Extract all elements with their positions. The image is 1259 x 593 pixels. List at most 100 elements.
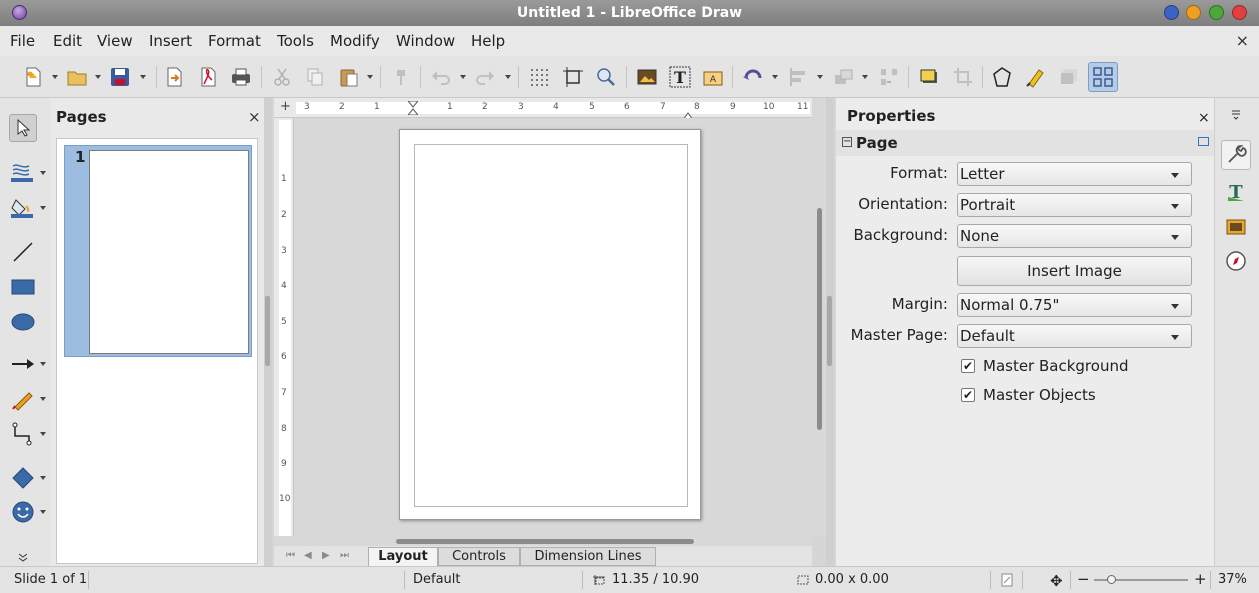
fill-color-dropdown-arrow[interactable] xyxy=(40,206,46,210)
next-tab-icon[interactable]: ▶ xyxy=(322,551,332,561)
points-icon[interactable] xyxy=(990,65,1014,89)
grid-icon[interactable] xyxy=(527,65,551,89)
tab-controls[interactable]: Controls xyxy=(438,547,520,566)
minimize-icon[interactable] xyxy=(1164,5,1179,20)
vertical-scrollbar-thumb[interactable] xyxy=(817,208,822,430)
properties-icon[interactable] xyxy=(1221,140,1251,170)
menu-insert[interactable]: Insert xyxy=(149,32,192,50)
navigator-icon[interactable] xyxy=(1221,246,1251,276)
menu-file[interactable]: File xyxy=(10,32,35,50)
insert-image-button[interactable]: Insert Image xyxy=(957,256,1192,286)
drawing-page[interactable] xyxy=(399,129,701,520)
previous-tab-icon[interactable]: ◀ xyxy=(304,551,314,561)
horizontal-ruler[interactable]: + 3 2 1 1 2 3 4 5 6 7 8 9 10 11 xyxy=(274,98,812,121)
paste-dropdown-arrow[interactable] xyxy=(367,75,373,79)
left-indent-marker[interactable] xyxy=(406,100,420,116)
drawing-canvas[interactable] xyxy=(294,118,812,536)
zoom-slider[interactable] xyxy=(1094,575,1188,584)
shadow-icon[interactable] xyxy=(917,65,941,89)
copy-icon[interactable] xyxy=(303,65,327,89)
horizontal-scrollbar[interactable] xyxy=(274,536,812,546)
curves-polygons-icon[interactable] xyxy=(9,385,37,413)
paste-icon[interactable] xyxy=(337,65,361,89)
new-document-icon[interactable] xyxy=(21,65,45,89)
fit-page-icon[interactable]: ✥ xyxy=(1050,572,1063,590)
menu-window[interactable]: Window xyxy=(396,32,455,50)
open-dropdown-arrow[interactable] xyxy=(95,75,101,79)
glue-points-icon[interactable] xyxy=(1024,65,1048,89)
save-icon[interactable] xyxy=(108,65,132,89)
line-color-dropdown-arrow[interactable] xyxy=(40,171,46,175)
arrange-icon[interactable] xyxy=(832,65,856,89)
menu-format[interactable]: Format xyxy=(208,32,261,50)
last-tab-icon[interactable]: ⏭ xyxy=(340,551,350,561)
page-thumbnail[interactable]: 1 xyxy=(64,145,252,357)
zoom-slider-knob[interactable] xyxy=(1107,575,1116,584)
more-options-icon[interactable] xyxy=(1198,137,1209,146)
toggle-sidebar-icon[interactable] xyxy=(1088,62,1118,92)
curves-polygons-dropdown-arrow[interactable] xyxy=(40,397,46,401)
lines-arrows-icon[interactable] xyxy=(9,350,37,378)
sidebar-close-button[interactable]: × xyxy=(1198,110,1210,126)
horizontal-scrollbar-thumb[interactable] xyxy=(396,539,694,544)
ellipse-icon[interactable] xyxy=(9,308,37,336)
background-dropdown[interactable]: None xyxy=(957,224,1192,248)
menu-view[interactable]: View xyxy=(97,32,133,50)
vertical-scrollbar[interactable] xyxy=(812,98,826,536)
symbol-shapes-icon[interactable] xyxy=(9,498,37,526)
splitter-handle[interactable] xyxy=(265,296,270,366)
print-icon[interactable] xyxy=(229,65,253,89)
pages-panel-close-button[interactable]: × xyxy=(248,108,261,126)
undo-icon[interactable] xyxy=(429,65,453,89)
insert-image-icon[interactable] xyxy=(635,65,659,89)
pages-panel-splitter[interactable] xyxy=(264,98,272,566)
menu-help[interactable]: Help xyxy=(471,32,505,50)
right-indent-marker[interactable] xyxy=(682,108,694,121)
select-icon[interactable] xyxy=(9,114,37,142)
connectors-dropdown-arrow[interactable] xyxy=(40,432,46,436)
extrusion-icon[interactable] xyxy=(1057,65,1081,89)
align-dropdown-arrow[interactable] xyxy=(817,75,823,79)
checkmark-icon[interactable]: ✔ xyxy=(961,388,975,402)
close-icon[interactable] xyxy=(1232,5,1247,20)
open-icon[interactable] xyxy=(65,65,89,89)
distribute-icon[interactable] xyxy=(877,65,901,89)
insert-textbox-icon[interactable]: T xyxy=(668,65,692,89)
collapse-section-icon[interactable]: − xyxy=(842,137,852,147)
arrange-dropdown-arrow[interactable] xyxy=(862,75,868,79)
crop-icon[interactable] xyxy=(951,65,975,89)
save-dropdown-arrow[interactable] xyxy=(140,75,146,79)
zoom-in-icon[interactable]: + xyxy=(1194,570,1207,588)
redo-dropdown-arrow[interactable] xyxy=(505,75,511,79)
export-pdf-icon[interactable] xyxy=(196,65,220,89)
cut-icon[interactable] xyxy=(270,65,294,89)
new-dropdown-arrow[interactable] xyxy=(52,75,58,79)
symbol-shapes-dropdown-arrow[interactable] xyxy=(40,510,46,514)
master-page-dropdown[interactable]: Default xyxy=(957,324,1192,348)
zoom-level[interactable]: 37% xyxy=(1218,572,1247,587)
clone-formatting-icon[interactable] xyxy=(389,65,413,89)
connectors-icon[interactable] xyxy=(9,420,37,448)
lines-arrows-dropdown-arrow[interactable] xyxy=(40,362,46,366)
export-icon[interactable] xyxy=(162,65,186,89)
checkmark-icon[interactable]: ✔ xyxy=(961,359,975,373)
basic-shapes-dropdown-arrow[interactable] xyxy=(40,476,46,480)
tab-dimension-lines[interactable]: Dimension Lines xyxy=(520,547,656,566)
first-tab-icon[interactable]: ⏮ xyxy=(286,551,296,561)
format-dropdown[interactable]: Letter xyxy=(957,162,1192,186)
vertical-ruler[interactable]: 1 2 3 4 5 6 7 8 9 10 xyxy=(274,118,294,536)
splitter-handle[interactable] xyxy=(827,296,832,366)
align-icon[interactable] xyxy=(787,65,811,89)
helplines-icon[interactable] xyxy=(561,65,585,89)
rotate-dropdown-arrow[interactable] xyxy=(772,75,778,79)
zoom-pan-icon[interactable] xyxy=(594,65,618,89)
styles-icon[interactable]: T xyxy=(1221,177,1251,207)
restore-icon[interactable] xyxy=(1186,5,1201,20)
more-tools-icon[interactable] xyxy=(9,548,37,566)
fontwork-icon[interactable]: A xyxy=(701,65,725,89)
zoom-out-icon[interactable]: − xyxy=(1077,570,1090,588)
undo-dropdown-arrow[interactable] xyxy=(460,75,466,79)
gallery-icon[interactable] xyxy=(1221,211,1251,241)
sidebar-menu-icon[interactable] xyxy=(1221,104,1251,124)
margin-dropdown[interactable]: Normal 0.75" xyxy=(957,293,1192,317)
